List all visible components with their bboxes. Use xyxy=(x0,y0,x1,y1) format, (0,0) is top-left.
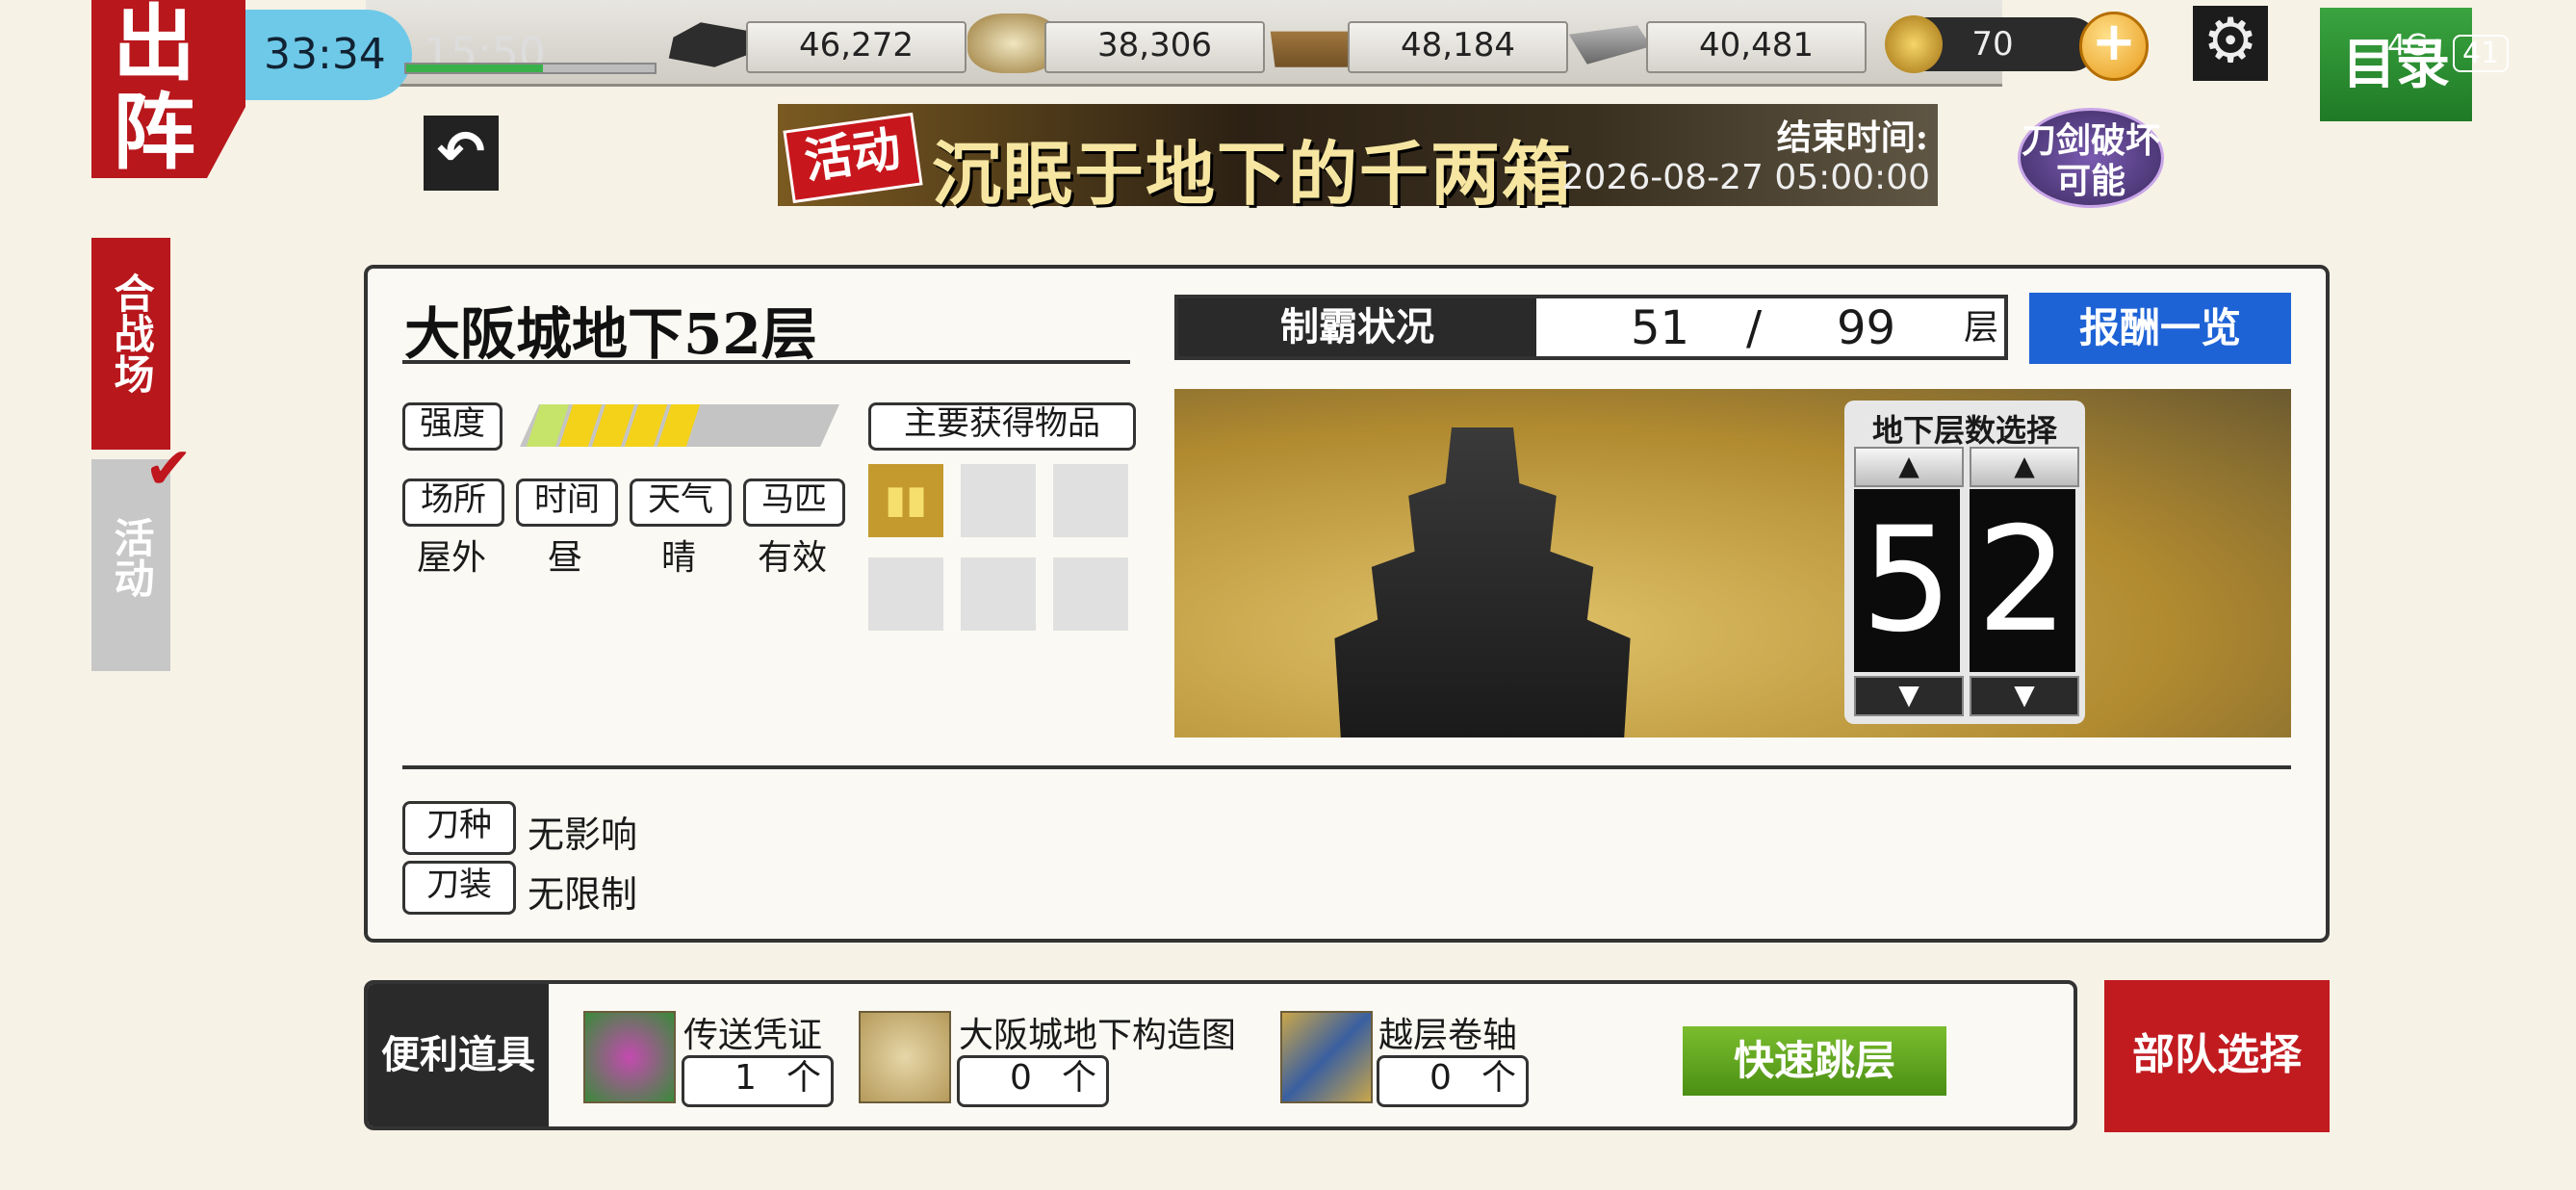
ones-up-arrow-icon[interactable]: ▲ xyxy=(1970,447,2079,487)
stage-title: 大阪城地下52层 xyxy=(404,301,817,367)
item-slot xyxy=(961,464,1036,537)
sword-break-badge: 刀剑破坏 可能 xyxy=(2018,108,2164,208)
tool-name-skip: 越层卷轴 xyxy=(1378,1016,1518,1055)
back-button[interactable]: ↶ xyxy=(424,116,499,191)
timer-text: 33:34 xyxy=(264,30,386,79)
event-banner[interactable]: 活动 沉眠于地下的千两箱 结束时间: 2026-08-27 05:00:00 xyxy=(778,104,1938,215)
floor-ones-digit: 2 xyxy=(1970,489,2075,672)
resource-whetstone: 40,481 xyxy=(1646,21,1867,73)
checkmark-icon: ✔ xyxy=(144,435,193,503)
tens-up-arrow-icon[interactable]: ▲ xyxy=(1854,447,1964,487)
conquest-unit: 层 xyxy=(1964,308,1999,348)
settings-gear-icon[interactable]: ⚙ xyxy=(2193,6,2268,81)
rewards-list-button[interactable]: 报酬一览 xyxy=(2029,293,2291,364)
add-koban-button[interactable]: + xyxy=(2079,12,2149,81)
item-slot xyxy=(1053,464,1128,537)
conquest-current: 51 xyxy=(1631,301,1690,355)
ones-down-arrow-icon[interactable]: ▼ xyxy=(1970,676,2079,716)
undo-arrow-icon: ↶ xyxy=(436,118,486,186)
battery-indicator: 41 xyxy=(2453,35,2510,72)
equip-value: 无限制 xyxy=(528,873,638,916)
condition-weather-value: 晴 xyxy=(660,538,696,578)
condition-horse-value: 有效 xyxy=(757,538,827,578)
signal-indicator: 4G xyxy=(2387,29,2429,63)
condition-time-value: 昼 xyxy=(547,538,582,578)
tool-name-map: 大阪城地下构造图 xyxy=(959,1016,1237,1055)
resource-cooling-material: 48,184 xyxy=(1348,21,1568,73)
conquest-separator: / xyxy=(1746,301,1763,355)
title-divider xyxy=(402,360,1130,364)
condition-place-value: 屋外 xyxy=(416,538,486,578)
tools-label: 便利道具 xyxy=(368,984,549,1126)
condition-horse-label: 马匹 xyxy=(743,479,845,527)
event-end-time: 2026-08-27 05:00:00 xyxy=(1561,158,1930,197)
tool-name-teleport: 传送凭证 xyxy=(683,1016,823,1055)
equip-label: 刀装 xyxy=(402,861,516,915)
koban-coin-icon xyxy=(1885,15,1943,73)
blade-type-label: 刀种 xyxy=(402,801,516,855)
conquest-label: 制霸状况 xyxy=(1178,298,1536,356)
event-tag: 活动 xyxy=(783,112,923,204)
squad-select-button[interactable]: 部队选择 xyxy=(2104,980,2330,1132)
badge-line1: 刀剑破坏 xyxy=(2021,120,2160,161)
koban-counter: 70 xyxy=(1885,15,2099,73)
strength-bar xyxy=(520,404,839,447)
item-slot xyxy=(961,557,1036,631)
resource-charcoal: 46,272 xyxy=(746,21,966,73)
conquest-status: 制霸状况 51 / 99 层 xyxy=(1174,295,2008,360)
item-koban-icon[interactable]: ▮▮ xyxy=(868,464,943,537)
exp-bar-fill xyxy=(406,65,543,72)
map-scroll-icon[interactable] xyxy=(859,1011,951,1103)
tens-down-arrow-icon[interactable]: ▼ xyxy=(1854,676,1964,716)
tool-count-map: 0个 xyxy=(957,1055,1109,1107)
blade-type-value: 无影响 xyxy=(528,814,638,856)
resource-steel: 38,306 xyxy=(1044,21,1265,73)
castle-scene xyxy=(1174,389,2291,737)
condition-time-label: 时间 xyxy=(516,479,618,527)
koban-value: 70 xyxy=(1971,25,2014,64)
main-items-label: 主要获得物品 xyxy=(868,402,1136,451)
floor-selector: 地下层数选择 ▲ ▲ 5 2 ▼ ▼ xyxy=(1844,401,2085,724)
teleport-voucher-icon[interactable] xyxy=(583,1011,676,1103)
item-slot xyxy=(1053,557,1128,631)
condition-place-label: 场所 xyxy=(402,479,504,527)
conquest-total: 99 xyxy=(1837,301,1896,355)
event-title: 沉眠于地下的千两箱 xyxy=(932,133,1574,215)
condition-weather-label: 天气 xyxy=(630,479,732,527)
badge-line2: 可能 xyxy=(2055,161,2125,201)
exp-bar xyxy=(404,63,657,74)
panel-divider xyxy=(402,765,2291,769)
floor-selector-caption: 地下层数选择 xyxy=(1871,412,2057,449)
item-slot xyxy=(868,557,943,631)
quick-jump-button[interactable]: 快速跳层 xyxy=(1683,1026,1946,1096)
osaka-castle-image xyxy=(1334,427,1631,737)
sortie-flag: 出阵 xyxy=(91,0,245,178)
skip-scroll-icon[interactable] xyxy=(1280,1011,1373,1103)
tool-count-teleport: 1个 xyxy=(682,1055,834,1107)
tab-battlefield[interactable]: 合战场 xyxy=(91,238,170,450)
tool-count-skip: 0个 xyxy=(1377,1055,1529,1107)
event-end-label: 结束时间: xyxy=(1776,117,1928,158)
strength-label: 强度 xyxy=(402,402,502,451)
catalog-button[interactable]: 目录 xyxy=(2320,8,2472,121)
floor-tens-digit: 5 xyxy=(1854,489,1960,672)
